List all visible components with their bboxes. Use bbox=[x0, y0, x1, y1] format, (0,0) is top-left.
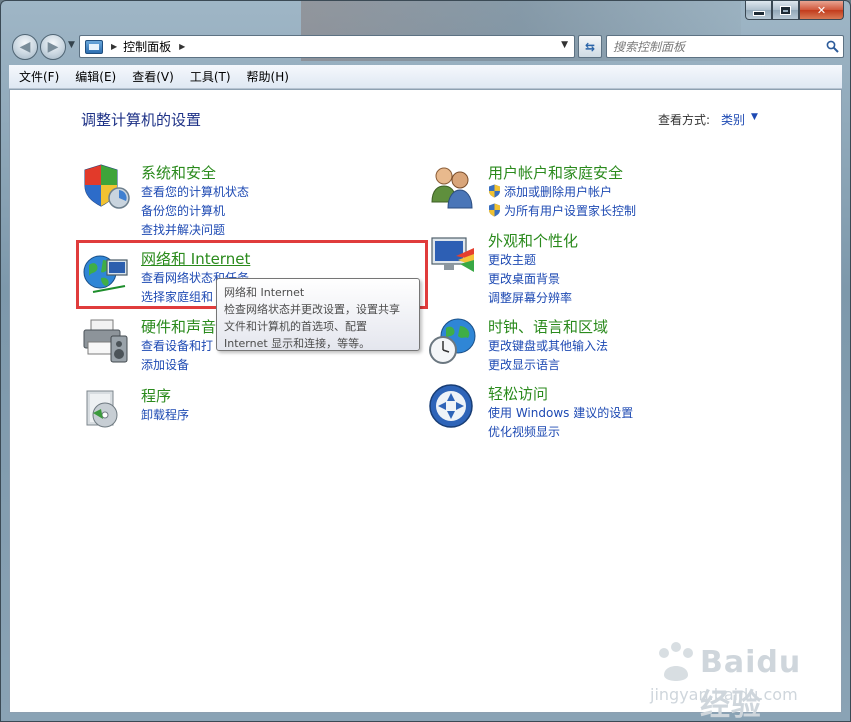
back-button[interactable]: ◀ bbox=[12, 34, 38, 60]
category-title-user-accounts[interactable]: 用户帐户和家庭安全 bbox=[488, 162, 623, 183]
link-label: 添加或删除用户帐户 bbox=[504, 185, 613, 199]
control-panel-icon bbox=[85, 39, 103, 54]
users-icon bbox=[431, 167, 473, 209]
category-title-system-security[interactable]: 系统和安全 bbox=[141, 162, 216, 183]
forward-arrow-icon: ▶ bbox=[47, 39, 59, 55]
watermark-url: jingyan.baidu.com bbox=[650, 685, 798, 704]
link-change-display-language[interactable]: 更改显示语言 bbox=[488, 356, 560, 373]
minimize-icon bbox=[752, 10, 765, 16]
control-panel-content: 调整计算机的设置 查看方式: 类别 ▼ 系统和安全 查看您的计算机状态 备份您的… bbox=[9, 89, 842, 722]
menu-bar: 文件(F) 编辑(E) 查看(V) 工具(T) 帮助(H) bbox=[9, 65, 842, 89]
menu-file[interactable]: 文件(F) bbox=[11, 65, 67, 88]
link-parental-controls[interactable]: 为所有用户设置家长控制 bbox=[488, 202, 636, 219]
category-title-hardware-sound[interactable]: 硬件和声音 bbox=[141, 316, 216, 337]
address-dropdown-icon[interactable]: ▼ bbox=[561, 40, 568, 50]
search-box bbox=[606, 35, 844, 58]
link-label: 为所有用户设置家长控制 bbox=[504, 204, 637, 218]
ease-of-access-icon bbox=[429, 384, 473, 428]
link-troubleshoot[interactable]: 查找并解决问题 bbox=[141, 221, 225, 238]
address-bar[interactable]: ▶ 控制面板 ▶ ▼ bbox=[79, 35, 575, 58]
back-arrow-icon: ◀ bbox=[19, 39, 31, 55]
watermark-brand: Baidu 经验 bbox=[700, 645, 802, 722]
printer-speaker-icon bbox=[83, 319, 128, 363]
programs-disc-icon bbox=[86, 390, 118, 428]
tooltip-title: 网络和 Internet bbox=[224, 286, 305, 299]
clock-globe-icon bbox=[429, 318, 476, 364]
window-frame: ✕ ◀ ▶ ▼ ▶ 控制面板 ▶ ▼ ⇆ 文件(F) 编辑(E) 查看(V) 工… bbox=[0, 0, 851, 722]
link-change-theme[interactable]: 更改主题 bbox=[488, 251, 536, 268]
recent-pages-dropdown[interactable]: ▼ bbox=[68, 40, 75, 50]
link-change-desktop-background[interactable]: 更改桌面背景 bbox=[488, 270, 560, 287]
view-by-label: 查看方式: bbox=[658, 113, 711, 127]
link-change-keyboard[interactable]: 更改键盘或其他输入法 bbox=[488, 337, 608, 354]
minimize-button[interactable] bbox=[745, 1, 772, 20]
menu-tools[interactable]: 工具(T) bbox=[182, 65, 239, 88]
link-view-computer-status[interactable]: 查看您的计算机状态 bbox=[141, 183, 249, 200]
link-uninstall-program[interactable]: 卸载程序 bbox=[141, 406, 189, 423]
link-view-devices-printers[interactable]: 查看设备和打 bbox=[141, 337, 213, 354]
shield-security-icon bbox=[84, 164, 130, 209]
maximize-button[interactable] bbox=[772, 1, 799, 20]
category-title-ease-of-access[interactable]: 轻松访问 bbox=[488, 383, 548, 404]
uac-shield-icon bbox=[489, 184, 500, 198]
maximize-icon bbox=[780, 5, 791, 15]
tooltip-body: 检查网络状态并更改设置，设置共享 文件和计算机的首选项、配置 Internet … bbox=[224, 303, 400, 350]
link-add-device[interactable]: 添加设备 bbox=[141, 356, 189, 373]
appearance-monitor-icon bbox=[431, 237, 474, 272]
link-optimize-visual-display[interactable]: 优化视频显示 bbox=[488, 423, 560, 440]
uac-shield-icon bbox=[489, 203, 500, 217]
menu-edit[interactable]: 编辑(E) bbox=[67, 65, 124, 88]
search-icon[interactable] bbox=[821, 40, 843, 53]
refresh-button[interactable]: ⇆ bbox=[578, 35, 602, 58]
chevron-down-icon[interactable]: ▼ bbox=[751, 112, 758, 122]
category-title-programs[interactable]: 程序 bbox=[141, 385, 171, 406]
link-backup-computer[interactable]: 备份您的计算机 bbox=[141, 202, 225, 219]
link-recommended-settings[interactable]: 使用 Windows 建议的设置 bbox=[488, 404, 633, 421]
link-add-remove-accounts[interactable]: 添加或删除用户帐户 bbox=[488, 183, 612, 200]
forward-button[interactable]: ▶ bbox=[40, 34, 66, 60]
breadcrumb-chevron-icon[interactable]: ▶ bbox=[179, 42, 185, 51]
refresh-icon: ⇆ bbox=[584, 39, 596, 54]
navigation-bar: ◀ ▶ ▼ ▶ 控制面板 ▶ ▼ ⇆ bbox=[9, 31, 844, 61]
search-input[interactable] bbox=[607, 39, 821, 54]
category-title-clock-language-region[interactable]: 时钟、语言和区域 bbox=[488, 316, 608, 337]
category-title-appearance[interactable]: 外观和个性化 bbox=[488, 230, 578, 251]
close-icon: ✕ bbox=[816, 3, 827, 17]
tooltip-network-internet: 网络和 Internet 检查网络状态并更改设置，设置共享 文件和计算机的首选项… bbox=[216, 278, 420, 351]
close-button[interactable]: ✕ bbox=[799, 1, 844, 20]
caption-buttons: ✕ bbox=[745, 1, 844, 20]
link-adjust-resolution[interactable]: 调整屏幕分辨率 bbox=[488, 289, 572, 306]
breadcrumb-chevron-icon[interactable]: ▶ bbox=[111, 42, 117, 51]
menu-view[interactable]: 查看(V) bbox=[124, 65, 182, 88]
view-by-selector[interactable]: 类别 bbox=[721, 111, 745, 128]
page-title: 调整计算机的设置 bbox=[81, 111, 202, 129]
breadcrumb-control-panel[interactable]: 控制面板 bbox=[123, 38, 171, 55]
menu-help[interactable]: 帮助(H) bbox=[239, 65, 297, 88]
